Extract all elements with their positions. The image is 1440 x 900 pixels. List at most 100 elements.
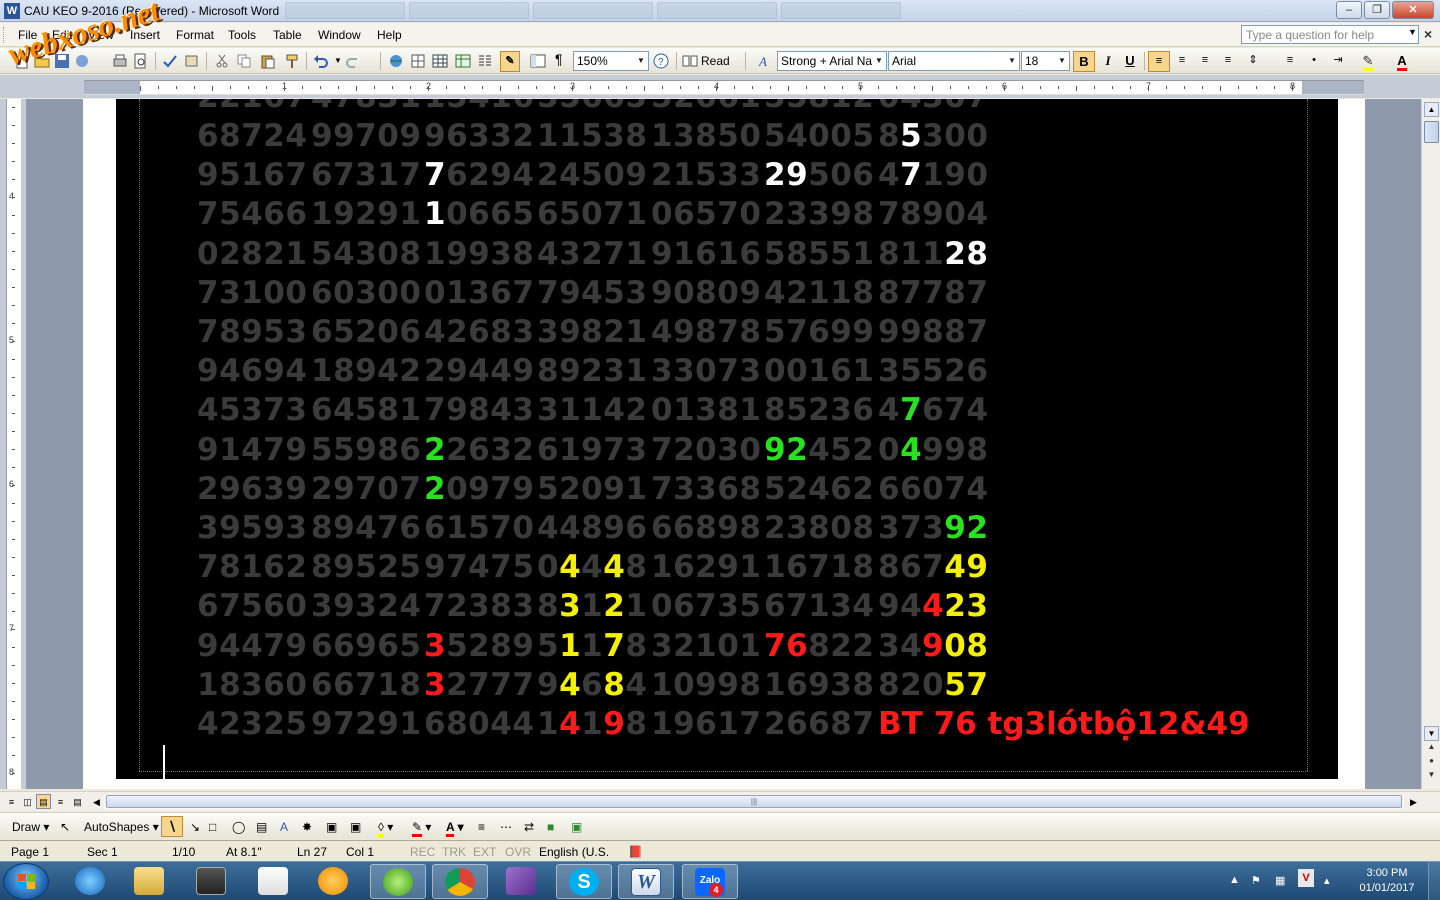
show-formatting-icon[interactable]: ¶ (555, 51, 563, 67)
justify-button[interactable]: ≡ (1217, 51, 1239, 72)
vertical-scrollbar[interactable]: ▲ ▼ ▲ ● ▼ (1421, 99, 1440, 789)
dash-style-icon[interactable]: ⋯ (500, 820, 512, 834)
hyperlink-icon[interactable] (388, 53, 404, 69)
previous-page-icon[interactable]: ▲ (1424, 742, 1439, 755)
line-tool-icon[interactable]: ∖ (161, 816, 183, 837)
print-preview-icon[interactable] (132, 53, 148, 69)
tray-expand-icon[interactable]: ▲ (1229, 874, 1240, 886)
vertical-ruler[interactable]: 4 5 6 7 8 (0, 99, 26, 789)
insert-excel-icon[interactable] (455, 53, 471, 69)
arrow-style-icon[interactable]: ⇄ (524, 820, 534, 834)
clipart-icon[interactable]: ▣ (326, 820, 337, 834)
taskbar-visual-studio[interactable] (494, 864, 550, 899)
normal-view-icon[interactable]: ≡ (4, 794, 19, 809)
help-icon[interactable]: ? (653, 53, 669, 69)
next-page-icon[interactable]: ▼ (1424, 770, 1439, 783)
diagram-icon[interactable]: ✸ (302, 820, 312, 834)
textbox-tool-icon[interactable]: ▤ (256, 820, 267, 834)
redo-icon[interactable] (345, 53, 361, 69)
style-select[interactable]: Strong + Arial Na ▼ (777, 51, 887, 71)
menu-help[interactable]: Help (377, 28, 402, 42)
document-close-icon[interactable]: × (1424, 26, 1432, 42)
taskbar-skype[interactable]: S (556, 864, 612, 899)
outline-view-icon[interactable]: ≡ (53, 794, 68, 809)
web-layout-icon[interactable]: ◫ (20, 794, 35, 809)
tray-antivirus-icon[interactable]: V (1298, 869, 1314, 887)
align-center-button[interactable]: ≡ (1171, 51, 1193, 72)
font-size-select[interactable]: 18 ▼ (1021, 51, 1070, 71)
drawing-toggle-button[interactable]: ✎ (500, 51, 520, 72)
undo-dropdown-icon[interactable]: ▼ (334, 56, 342, 65)
cut-icon[interactable] (214, 53, 230, 69)
spelling-icon[interactable] (162, 53, 178, 69)
underline-button[interactable]: U (1119, 51, 1141, 72)
font-size-dropdown-icon[interactable]: ▼ (1056, 53, 1068, 69)
reading-layout-icon[interactable]: ▤ (70, 794, 85, 809)
oval-tool-icon[interactable]: ◯ (232, 820, 245, 834)
taskbar-photo[interactable] (184, 864, 240, 899)
permission-icon[interactable] (74, 53, 90, 69)
copy-icon[interactable] (236, 53, 252, 69)
status-ext[interactable]: EXT (473, 845, 496, 859)
indent-icon[interactable]: ⇥ (1327, 51, 1349, 72)
fill-color-icon[interactable]: ◊ ▾ (378, 820, 393, 837)
picture-icon[interactable]: ▣ (350, 820, 361, 834)
document-map-icon[interactable] (530, 53, 546, 69)
undo-icon[interactable] (313, 53, 329, 69)
taskbar-zalo[interactable]: Zalo 4 (682, 864, 738, 899)
menu-tools[interactable]: Tools (228, 28, 256, 42)
numbering-icon[interactable]: ≡ (1279, 51, 1301, 72)
minimize-button[interactable]: – (1336, 1, 1362, 19)
research-icon[interactable] (184, 53, 200, 69)
tray-volume-icon[interactable]: ▴ (1324, 874, 1330, 887)
insert-table-icon[interactable] (432, 53, 448, 69)
scroll-up-icon[interactable]: ▲ (1424, 102, 1439, 117)
font-color-icon[interactable]: A (1391, 51, 1413, 72)
scroll-down-icon[interactable]: ▼ (1424, 726, 1439, 741)
help-dropdown-icon[interactable]: ▼ (1408, 27, 1417, 37)
start-button[interactable] (3, 863, 49, 900)
print-icon[interactable] (112, 53, 128, 69)
help-search-input[interactable]: Type a question for help (1241, 25, 1419, 44)
taskbar-word[interactable]: W (618, 864, 674, 899)
scroll-thumb[interactable] (1424, 121, 1439, 143)
taskbar-coccoc[interactable] (370, 864, 426, 899)
taskbar-chrome[interactable] (432, 864, 488, 899)
format-painter-icon[interactable] (284, 53, 300, 69)
paste-icon[interactable] (260, 53, 276, 69)
restore-button[interactable]: ❐ (1364, 1, 1390, 19)
shadow-style-icon[interactable]: ■ (547, 820, 554, 834)
font-dropdown-icon[interactable]: ▼ (1006, 53, 1018, 69)
line-color-icon[interactable]: ✎ ▾ (412, 820, 431, 837)
line-style-icon[interactable]: ≡ (478, 820, 485, 834)
status-rec[interactable]: REC (410, 845, 435, 859)
horizontal-scroll-thumb[interactable]: ||| (106, 795, 1402, 808)
bold-button[interactable]: B (1073, 51, 1095, 72)
menu-table[interactable]: Table (273, 28, 302, 42)
font-select[interactable]: Arial ▼ (888, 51, 1020, 71)
bullets-icon[interactable]: • (1303, 51, 1325, 72)
autoshapes-menu-button[interactable]: AutoShapes ▾ (84, 820, 159, 834)
menu-format[interactable]: Format (176, 28, 214, 42)
scroll-left-icon[interactable]: ◀ (89, 794, 104, 809)
line-spacing-icon[interactable]: ⇕ (1242, 51, 1264, 72)
clock[interactable]: 3:00 PM 01/01/2017 (1352, 866, 1422, 896)
menu-window[interactable]: Window (318, 28, 361, 42)
tray-flag-icon[interactable]: ⚑ (1251, 874, 1261, 887)
tables-borders-icon[interactable] (410, 53, 426, 69)
draw-menu-button[interactable]: Draw ▾ (12, 820, 49, 834)
highlight-icon[interactable]: ✎ (1357, 51, 1379, 72)
3d-style-icon[interactable]: ▣ (571, 820, 582, 834)
zoom-select[interactable]: 150% ▼ (573, 51, 649, 71)
rectangle-tool-icon[interactable]: □ (209, 820, 216, 834)
horizontal-ruler[interactable]: 1 2 3 4 5 6 7 8 (84, 80, 1364, 95)
document-area[interactable]: 2216747831154165566552661558120430768724… (26, 99, 1421, 789)
styles-formatting-icon[interactable]: A (758, 53, 774, 69)
select-objects-icon[interactable]: ↖ (60, 820, 70, 834)
taskbar-explorer[interactable] (122, 864, 178, 899)
align-left-button[interactable]: ≡ (1148, 51, 1170, 72)
read-button[interactable]: Read (701, 54, 730, 68)
align-right-button[interactable]: ≡ (1194, 51, 1216, 72)
close-button[interactable]: ✕ (1392, 1, 1434, 19)
taskbar-media[interactable] (306, 864, 362, 899)
